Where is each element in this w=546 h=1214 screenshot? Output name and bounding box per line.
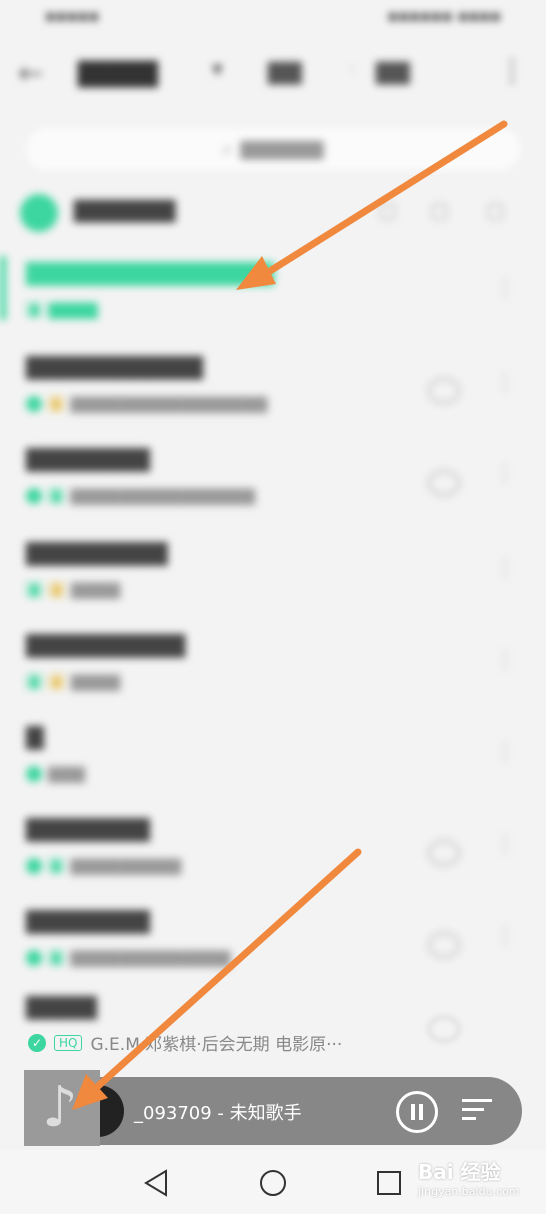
song-title: ▇▇▇▇▇▇▇▇ bbox=[26, 540, 168, 566]
song-subtitle: ▇ ▇▇▇▇▇▇▇▇▇▇▇▇▇ bbox=[26, 948, 230, 967]
more-icon[interactable]: ⋮ bbox=[498, 54, 526, 87]
search-icon: ⌕ bbox=[222, 138, 233, 160]
back-icon[interactable]: ← bbox=[18, 56, 43, 91]
song-subtitle-row: ✓ HQ G.E.M.邓紫棋·后会无期 电影原··· bbox=[28, 1030, 342, 1055]
downloaded-check-icon: ✓ bbox=[28, 1033, 46, 1052]
song-title: ▇▇▇▇▇▇▇ bbox=[26, 816, 150, 842]
manage-icon[interactable]: ▢ bbox=[486, 198, 505, 222]
song-title: ▇▇▇▇▇▇▇▇▇▇ bbox=[26, 354, 203, 380]
list-item[interactable]: ▇▇▇▇▇▇▇ ▇ ▇▇▇▇▇▇▇▇▇▇▇▇▇ ⋮ bbox=[0, 904, 546, 994]
top-nav: ← ▇▇▇▇ ▼ ▇▇ · ▇▇ ⋮ bbox=[0, 48, 546, 96]
chevron-down-icon: ▼ bbox=[212, 62, 223, 78]
list-item[interactable]: ▇▇▇▇▇▇▇▇▇ ▇ ▇ ▇▇▇▇ ⋮ bbox=[0, 628, 546, 718]
more-icon[interactable]: ⋮ bbox=[494, 648, 516, 673]
song-subtitle: ▇ ▇▇▇▇▇▇▇▇▇ bbox=[26, 856, 181, 875]
song-title: ▇▇▇▇▇▇▇▇▇ bbox=[26, 632, 186, 658]
list-item[interactable]: ▇▇▇▇▇▇▇ ▇ ▇▇▇▇▇▇▇▇▇▇▇▇▇▇▇ ⋮ bbox=[0, 442, 546, 532]
list-item[interactable]: ▇▇▇▇▇▇▇▇▇▇ ▇ ▇▇▇▇▇▇▇▇▇▇▇▇▇▇▇▇ ⋮ bbox=[0, 350, 546, 440]
tab-second[interactable]: ▇▇ bbox=[268, 60, 302, 85]
mv-icon[interactable] bbox=[428, 932, 460, 958]
list-item[interactable]: ▇ ▇▇▇ ⋮ bbox=[0, 720, 546, 810]
play-all-label: ▇▇▇▇▇▇ bbox=[74, 198, 176, 223]
more-icon[interactable]: ⋮ bbox=[494, 740, 516, 765]
song-subtitle: ▇ ▇ ▇▇▇▇ bbox=[26, 580, 120, 599]
filter-icon[interactable]: ▢ bbox=[430, 198, 449, 222]
quality-badge: HQ bbox=[54, 1034, 83, 1051]
song-subtitle: ▇ ▇▇▇▇ bbox=[26, 300, 98, 319]
song-subtitle: ▇ ▇▇▇▇▇▇▇▇▇▇▇▇▇▇▇ bbox=[26, 486, 255, 505]
album-cover[interactable]: ♪ bbox=[24, 1070, 100, 1146]
sort-icon[interactable]: ▢ bbox=[378, 198, 397, 222]
song-title: ▇▇▇▇ bbox=[26, 994, 97, 1020]
triangle-back-icon[interactable] bbox=[142, 1168, 170, 1198]
more-icon[interactable]: ⋮ bbox=[494, 370, 516, 395]
song-title: ▇▇▇▇▇▇▇ bbox=[26, 446, 150, 472]
circle-home-icon[interactable] bbox=[258, 1168, 288, 1198]
search-bar[interactable]: ⌕ ▇▇▇▇▇▇ bbox=[26, 128, 520, 170]
now-playing-text: _093709 - 未知歌手 bbox=[134, 1103, 302, 1124]
list-item[interactable]: ▇▇▇▇▇▇▇ ▇ ▇▇▇▇▇▇▇▇▇ ⋮ bbox=[0, 812, 546, 902]
music-note-icon: ♪ bbox=[42, 1075, 78, 1140]
song-subtitle: G.E.M.邓紫棋·后会无期 电影原··· bbox=[90, 1035, 343, 1055]
song-subtitle: ▇ ▇▇▇▇▇▇▇▇▇▇▇▇▇▇▇▇ bbox=[26, 394, 267, 413]
list-item[interactable]: ▇▇▇▇▇▇▇▇▇▇▇▇▇▇ ▇ ▇▇▇▇ ⋮ bbox=[0, 256, 546, 346]
song-title: ▇▇▇▇▇▇▇▇▇▇▇▇▇▇ bbox=[26, 260, 274, 286]
more-icon[interactable]: ⋮ bbox=[494, 276, 516, 301]
more-icon[interactable]: ⋮ bbox=[494, 924, 516, 949]
status-bar: ▪▪▪▪▪ ▪▪▪▪▪▪ ▪▪▪▪ bbox=[45, 6, 501, 25]
more-icon[interactable]: ⋮ bbox=[494, 556, 516, 581]
mini-player[interactable]: _093709 - 未知歌手 bbox=[54, 1077, 522, 1145]
playlist-icon[interactable] bbox=[462, 1099, 492, 1123]
tab-local-songs[interactable]: ▇▇▇▇ bbox=[78, 58, 158, 88]
play-all-icon bbox=[20, 194, 58, 232]
more-icon[interactable]: ⋮ bbox=[494, 832, 516, 857]
song-title: ▇▇▇▇▇▇▇ bbox=[26, 908, 150, 934]
song-subtitle: ▇ ▇ ▇▇▇▇ bbox=[26, 672, 120, 691]
mv-icon[interactable] bbox=[428, 840, 460, 866]
song-title: ▇ bbox=[26, 724, 44, 750]
list-item[interactable]: ▇▇▇▇ ✓ HQ G.E.M.邓紫棋·后会无期 电影原··· bbox=[0, 990, 546, 1070]
more-icon[interactable]: ⋮ bbox=[494, 462, 516, 487]
list-item[interactable]: ▇▇▇▇▇▇▇▇ ▇ ▇ ▇▇▇▇ ⋮ bbox=[0, 536, 546, 626]
square-recent-icon[interactable] bbox=[374, 1168, 404, 1198]
song-subtitle: ▇▇▇ bbox=[26, 764, 85, 783]
mv-icon[interactable] bbox=[428, 378, 460, 404]
tab-third[interactable]: ▇▇ bbox=[376, 60, 410, 85]
mv-icon[interactable] bbox=[428, 470, 460, 496]
pause-button[interactable] bbox=[396, 1091, 438, 1133]
mv-icon[interactable] bbox=[428, 1016, 460, 1042]
chevron-down-icon: · bbox=[350, 62, 355, 78]
watermark: Bai 经验 jingyan.baidu.com bbox=[418, 1160, 520, 1198]
play-all-row[interactable]: ▇▇▇▇▇▇ ▢ ▢ ▢ bbox=[20, 190, 526, 234]
